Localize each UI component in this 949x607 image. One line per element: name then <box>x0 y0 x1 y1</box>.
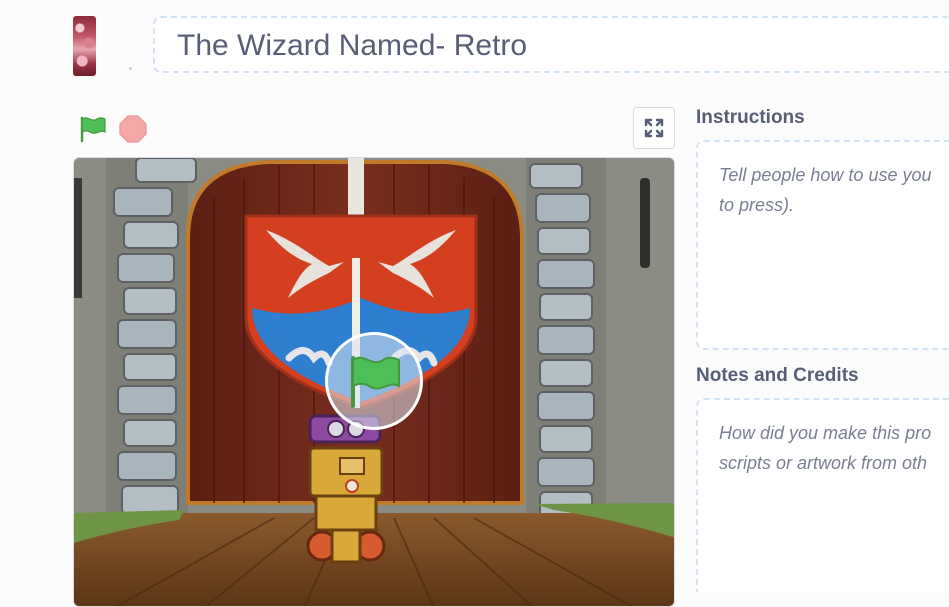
wall-torch-holder <box>640 178 650 268</box>
wall-crack-left <box>74 178 82 298</box>
thumbnail-divider-dot <box>129 67 132 70</box>
fullscreen-button[interactable] <box>633 107 675 149</box>
green-flag-icon <box>80 116 106 143</box>
green-flag-button[interactable] <box>78 114 108 144</box>
instructions-heading: Instructions <box>696 107 805 128</box>
fullscreen-icon <box>644 118 664 138</box>
stop-button[interactable] <box>118 114 148 144</box>
stop-sign-icon <box>119 115 147 143</box>
notes-placeholder-line: How did you make this pro <box>719 423 932 443</box>
instructions-placeholder-line: Tell people how to use you <box>719 165 932 185</box>
green-flag-icon <box>351 356 400 408</box>
retro-robot-sprite <box>306 414 386 564</box>
right-stone-pillar <box>526 158 606 519</box>
instructions-textarea[interactable]: Tell people how to use you to press). <box>696 140 949 350</box>
project-thumbnail[interactable] <box>73 16 96 76</box>
notes-placeholder-line: scripts or artwork from oth <box>719 453 928 473</box>
notes-heading: Notes and Credits <box>696 365 859 386</box>
notes-textarea[interactable]: How did you make this pro scripts or art… <box>696 398 949 592</box>
instructions-placeholder: Tell people how to use you to press). <box>719 160 949 220</box>
stage-green-flag-overlay[interactable] <box>325 332 423 430</box>
notes-placeholder: How did you make this pro scripts or art… <box>719 418 949 478</box>
project-title-text: The Wizard Named- Retro <box>177 29 528 62</box>
instructions-placeholder-line: to press). <box>719 195 795 215</box>
project-title-input[interactable]: The Wizard Named- Retro <box>153 16 949 73</box>
left-stone-pillar <box>106 158 197 518</box>
